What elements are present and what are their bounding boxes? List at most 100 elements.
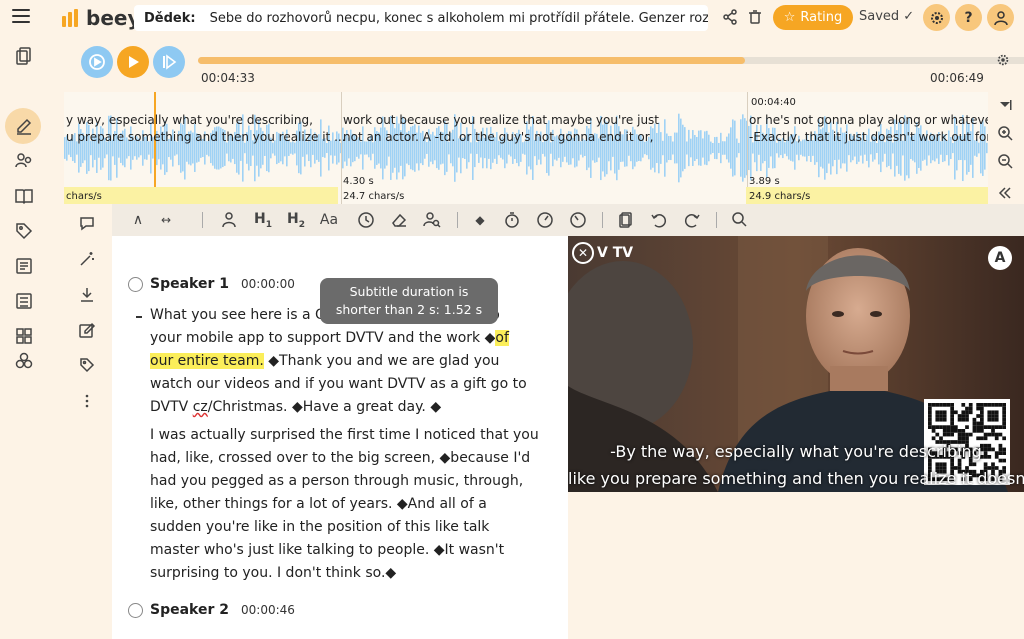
media-player: 00:04:33 00:06:49 xyxy=(64,40,1024,92)
copy-icon[interactable] xyxy=(616,210,636,230)
segment-1-text[interactable]: y way, especially what you're describing… xyxy=(66,112,346,146)
play-icon xyxy=(129,56,139,68)
toolbar-separator xyxy=(457,212,458,228)
play-button[interactable] xyxy=(117,46,149,78)
speaker-radio[interactable] xyxy=(128,602,143,618)
rating-button[interactable]: ☆ Rating xyxy=(773,5,853,30)
waveform-options-icon[interactable] xyxy=(997,97,1013,113)
download-icon[interactable] xyxy=(78,286,96,304)
waveform-bar xyxy=(670,135,672,161)
speed-icon[interactable] xyxy=(535,210,555,230)
segment-2-duration: 4.30 s xyxy=(343,176,374,187)
segment-divider xyxy=(341,92,342,204)
title-text: Sebe do rozhovorů necpu, konec s alkohol… xyxy=(209,10,708,26)
more-icon[interactable] xyxy=(78,392,96,410)
waveform-bar xyxy=(718,142,720,154)
transcript-icon[interactable] xyxy=(14,256,34,276)
heading2-icon[interactable]: H2 xyxy=(286,210,306,230)
progress-bar[interactable] xyxy=(198,57,1024,64)
document-title-field[interactable]: Dědek: Sebe do rozhovorů necpu, konec s … xyxy=(134,5,708,31)
toolbar-separator xyxy=(716,212,717,228)
paragraph-2[interactable]: I was actually surprised the first time … xyxy=(150,424,550,585)
waveform-panel[interactable]: y way, especially what you're describing… xyxy=(64,92,988,204)
speaker-name[interactable]: Speaker 1 xyxy=(150,276,229,292)
label-icon[interactable] xyxy=(78,356,96,374)
skip-forward-button[interactable] xyxy=(153,46,185,78)
waveform-bar xyxy=(728,133,730,163)
settings-button[interactable] xyxy=(923,4,950,31)
menu-icon[interactable] xyxy=(12,9,30,25)
highlighted-text: our entire team. xyxy=(150,353,264,369)
editor-side-tools xyxy=(64,204,112,639)
segment-1-rate: chars/s xyxy=(66,191,102,202)
left-sidebar xyxy=(0,36,48,639)
trash-icon[interactable] xyxy=(747,9,763,25)
speakers-icon[interactable] xyxy=(14,151,34,171)
waveform-bar xyxy=(680,118,682,178)
segment-rate-bar xyxy=(64,187,338,204)
help-button[interactable]: ? xyxy=(955,4,982,31)
rewind-icon xyxy=(89,54,105,70)
heading1-icon[interactable]: H1 xyxy=(253,210,273,230)
speaker-search-icon[interactable] xyxy=(422,210,442,230)
player-settings-icon[interactable] xyxy=(996,53,1010,67)
clock-icon[interactable] xyxy=(356,210,376,230)
speaker-timestamp[interactable]: 00:00:00 xyxy=(241,277,295,291)
waveform-bar xyxy=(744,118,746,178)
video-preview[interactable]: ✕ V TV A -By the way, especially what yo… xyxy=(568,236,1024,492)
edit-note-icon[interactable] xyxy=(78,322,96,340)
duration-warning-tooltip: Subtitle duration is shorter than 2 s: 1… xyxy=(320,278,498,324)
speaker-timestamp[interactable]: 00:00:46 xyxy=(241,603,295,617)
speaker-icon[interactable] xyxy=(220,210,240,230)
waveform-bar xyxy=(724,141,726,155)
caret-up-icon[interactable]: ∧ xyxy=(128,210,148,230)
speaker-1-header[interactable]: Speaker 1 00:00:00 xyxy=(128,276,295,292)
waveform-bar xyxy=(716,136,718,160)
tag-icon[interactable] xyxy=(14,221,34,241)
book-icon[interactable] xyxy=(14,186,34,206)
apps-icon[interactable] xyxy=(14,351,34,371)
waveform-bar xyxy=(706,130,708,166)
title-label: Dědek: xyxy=(144,10,196,26)
speaker-2-header[interactable]: Speaker 2 00:00:46 xyxy=(128,602,295,618)
waveform-bar xyxy=(692,130,694,166)
zoom-out-icon[interactable] xyxy=(997,153,1013,169)
waveform-bar xyxy=(708,134,710,162)
comment-icon[interactable] xyxy=(78,214,96,232)
user-button[interactable] xyxy=(987,4,1014,31)
timer-icon[interactable] xyxy=(502,210,522,230)
diamond-marker-icon[interactable]: ◆ xyxy=(470,210,490,230)
search-icon[interactable] xyxy=(730,210,750,230)
beey-logo-icon xyxy=(62,9,78,27)
eraser-icon[interactable] xyxy=(389,210,409,230)
segment-3-timestamp: 00:04:40 xyxy=(751,97,796,108)
text-case-icon[interactable]: Aa xyxy=(319,210,339,230)
segment-3-rate: 24.9 chars/s xyxy=(749,191,811,202)
zoom-in-icon[interactable] xyxy=(997,125,1013,141)
segment-3-text[interactable]: or he's not gonna play along or whatever… xyxy=(749,112,988,146)
redo-icon[interactable] xyxy=(682,210,702,230)
waveform-bar xyxy=(666,133,668,163)
speaker-name[interactable]: Speaker 2 xyxy=(150,602,229,618)
waveform-bar xyxy=(712,142,714,154)
rewind-button[interactable] xyxy=(81,46,113,78)
collapse-icon[interactable] xyxy=(997,185,1013,201)
waveform-bar xyxy=(664,119,666,177)
documents-icon[interactable] xyxy=(14,46,34,66)
total-time: 00:06:49 xyxy=(930,71,984,85)
gauge-icon[interactable] xyxy=(568,210,588,230)
grid-icon[interactable] xyxy=(14,326,34,346)
speaker-radio[interactable] xyxy=(128,276,143,292)
rating-label: Rating xyxy=(800,10,843,25)
edit-icon[interactable] xyxy=(14,116,34,136)
spelling-error[interactable]: cz xyxy=(193,399,208,415)
waveform-bar xyxy=(678,113,680,183)
share-icon[interactable] xyxy=(722,9,738,25)
list-icon[interactable] xyxy=(14,291,34,311)
undo-icon[interactable] xyxy=(649,210,669,230)
segment-2-text[interactable]: work out because you realize that maybe … xyxy=(343,112,659,146)
logo[interactable]: beey xyxy=(60,6,140,30)
magic-wand-icon[interactable] xyxy=(78,250,96,268)
swap-icon[interactable]: ↔ xyxy=(156,210,176,230)
waveform-bar xyxy=(662,140,664,156)
